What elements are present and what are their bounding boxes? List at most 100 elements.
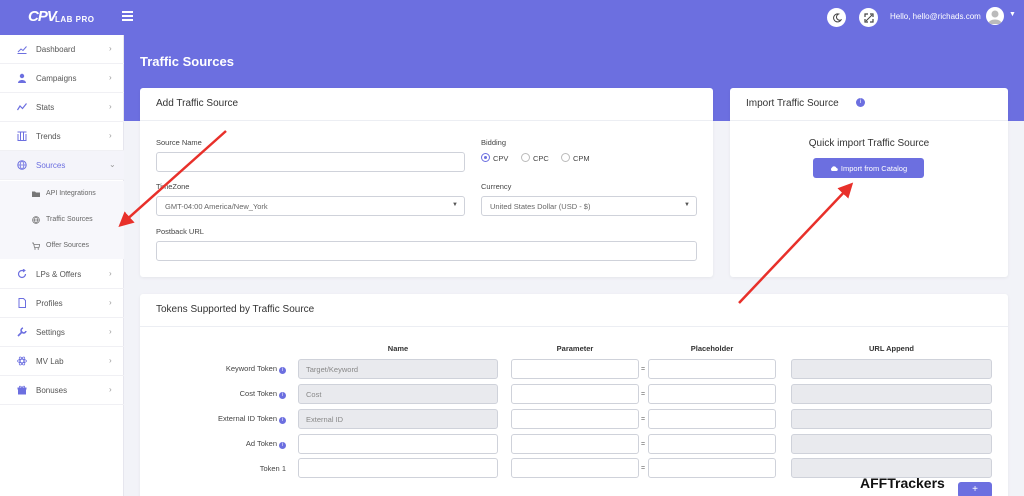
sidebar-item-label: Stats — [36, 103, 55, 112]
token-parameter-input[interactable] — [511, 384, 639, 404]
sidebar-item-trends[interactable]: Trends › — [0, 122, 124, 151]
chevron-right-icon: › — [109, 298, 112, 307]
page-title: Traffic Sources — [140, 54, 234, 69]
add-token-button[interactable]: + — [958, 482, 992, 496]
file-icon — [18, 298, 26, 308]
import-traffic-source-card: Import Traffic Source i Quick import Tra… — [730, 88, 1008, 277]
chart-line-icon — [17, 46, 27, 54]
token-name-input[interactable]: External ID — [298, 409, 498, 429]
token-name-input[interactable] — [298, 434, 498, 454]
sidebar-item-label: Profiles — [36, 299, 63, 308]
sidebar-item-bonuses[interactable]: Bonuses › — [0, 376, 124, 405]
app-logo[interactable]: CPV LAB PRO — [28, 7, 108, 29]
token-url-append-field — [791, 409, 992, 429]
equals-sign: = — [641, 391, 646, 398]
sidebar: Dashboard › Campaigns › Stats › Trends ›… — [0, 35, 124, 496]
token-name-input[interactable] — [298, 458, 498, 478]
watermark: AFFTrackers — [860, 475, 945, 491]
postback-url-label: Postback URL — [156, 227, 204, 236]
import-from-catalog-button[interactable]: Import from Catalog — [813, 158, 924, 178]
token-name-input[interactable]: Target/Keyword — [298, 359, 498, 379]
sidebar-subitem-label: API Integrations — [46, 190, 96, 197]
sidebar-item-sources[interactable]: Sources ⌄ — [0, 151, 124, 180]
token-name-input[interactable]: Cost — [298, 384, 498, 404]
token-parameter-input[interactable] — [511, 434, 639, 454]
postback-url-input[interactable] — [156, 241, 697, 261]
equals-sign: = — [641, 416, 646, 423]
tokens-card: Tokens Supported by Traffic Source Name … — [140, 294, 1008, 496]
token-row-label: External ID Token i — [196, 414, 286, 424]
folder-icon — [32, 191, 40, 197]
equals-sign: = — [641, 366, 646, 373]
token-parameter-input[interactable] — [511, 409, 639, 429]
sidebar-item-label: Settings — [36, 328, 65, 337]
sidebar-item-campaigns[interactable]: Campaigns › — [0, 64, 124, 93]
token-placeholder-input[interactable] — [648, 458, 776, 478]
moon-icon[interactable] — [827, 8, 846, 27]
token-label-text: External ID Token — [217, 414, 277, 423]
info-icon[interactable]: i — [856, 98, 865, 107]
column-header-url-append: URL Append — [869, 344, 914, 353]
card-title: Add Traffic Source — [156, 98, 239, 109]
token-url-append-field — [791, 359, 992, 379]
currency-value: United States Dollar (USD - $) — [490, 202, 591, 211]
sidebar-subitem-label: Traffic Sources — [46, 216, 93, 223]
token-url-append-field — [791, 384, 992, 404]
info-icon[interactable]: i — [279, 392, 286, 399]
sidebar-item-mv-lab[interactable]: MV Lab › — [0, 347, 124, 376]
radio-dot — [521, 153, 530, 162]
gift-icon — [17, 385, 27, 395]
globe-icon — [17, 160, 27, 170]
hamburger-icon[interactable] — [122, 11, 133, 21]
sidebar-item-label: LPs & Offers — [36, 270, 82, 279]
sidebar-item-lps-offers[interactable]: LPs & Offers › — [0, 260, 124, 289]
token-placeholder-input[interactable] — [648, 384, 776, 404]
sidebar-subitem-label: Offer Sources — [46, 242, 90, 249]
info-icon[interactable]: i — [279, 367, 286, 374]
card-header: Tokens Supported by Traffic Source — [140, 294, 1008, 327]
top-bar: CPV LAB PRO Hello, hello@richads.com ▼ — [0, 0, 1024, 35]
chevron-right-icon: › — [109, 269, 112, 278]
sidebar-item-settings[interactable]: Settings › — [0, 318, 124, 347]
radio-label: CPC — [533, 154, 549, 163]
chevron-right-icon: › — [109, 73, 112, 82]
info-icon[interactable]: i — [279, 417, 286, 424]
token-placeholder-input[interactable] — [648, 409, 776, 429]
atom-icon — [17, 356, 27, 366]
token-label-text: Cost Token — [239, 389, 277, 398]
info-icon[interactable]: i — [279, 442, 286, 449]
currency-select[interactable]: United States Dollar (USD - $) ▼ — [481, 196, 697, 216]
token-placeholder-input[interactable] — [648, 359, 776, 379]
sidebar-subitem-offer-sources[interactable]: Offer Sources — [0, 233, 124, 259]
token-parameter-input[interactable] — [511, 458, 639, 478]
logo-main-text: CPV — [28, 8, 57, 25]
user-avatar-icon[interactable] — [986, 7, 1004, 25]
user-tie-icon — [18, 73, 26, 83]
button-label: Import from Catalog — [840, 163, 908, 173]
chevron-right-icon: › — [109, 356, 112, 365]
timezone-label: TimeZone — [156, 182, 190, 191]
chevron-right-icon: › — [109, 131, 112, 140]
token-parameter-input[interactable] — [511, 359, 639, 379]
sidebar-item-profiles[interactable]: Profiles › — [0, 289, 124, 318]
chevron-down-icon[interactable]: ▼ — [1009, 11, 1016, 18]
radio-dot — [561, 153, 570, 162]
source-name-input[interactable] — [156, 152, 465, 172]
sidebar-item-label: Dashboard — [36, 45, 76, 54]
bidding-label: Bidding — [481, 138, 507, 147]
radio-label: CPV — [493, 154, 509, 163]
card-title: Tokens Supported by Traffic Source — [156, 304, 315, 315]
sidebar-subitem-traffic-sources[interactable]: Traffic Sources — [0, 207, 124, 233]
cart-icon — [32, 242, 40, 250]
token-placeholder-input[interactable] — [648, 434, 776, 454]
sidebar-item-stats[interactable]: Stats › — [0, 93, 124, 122]
timezone-select[interactable]: GMT-04:00 America/New_York ▼ — [156, 196, 465, 216]
token-row-label: Keyword Token i — [196, 364, 286, 374]
timezone-value: GMT-04:00 America/New_York — [165, 202, 268, 211]
sidebar-item-label: Sources — [36, 161, 66, 170]
equals-sign: = — [641, 441, 646, 448]
sidebar-item-dashboard[interactable]: Dashboard › — [0, 35, 124, 64]
wrench-icon — [17, 327, 27, 337]
expand-icon[interactable] — [859, 8, 878, 27]
sidebar-subitem-api-integrations[interactable]: API Integrations — [0, 181, 124, 207]
